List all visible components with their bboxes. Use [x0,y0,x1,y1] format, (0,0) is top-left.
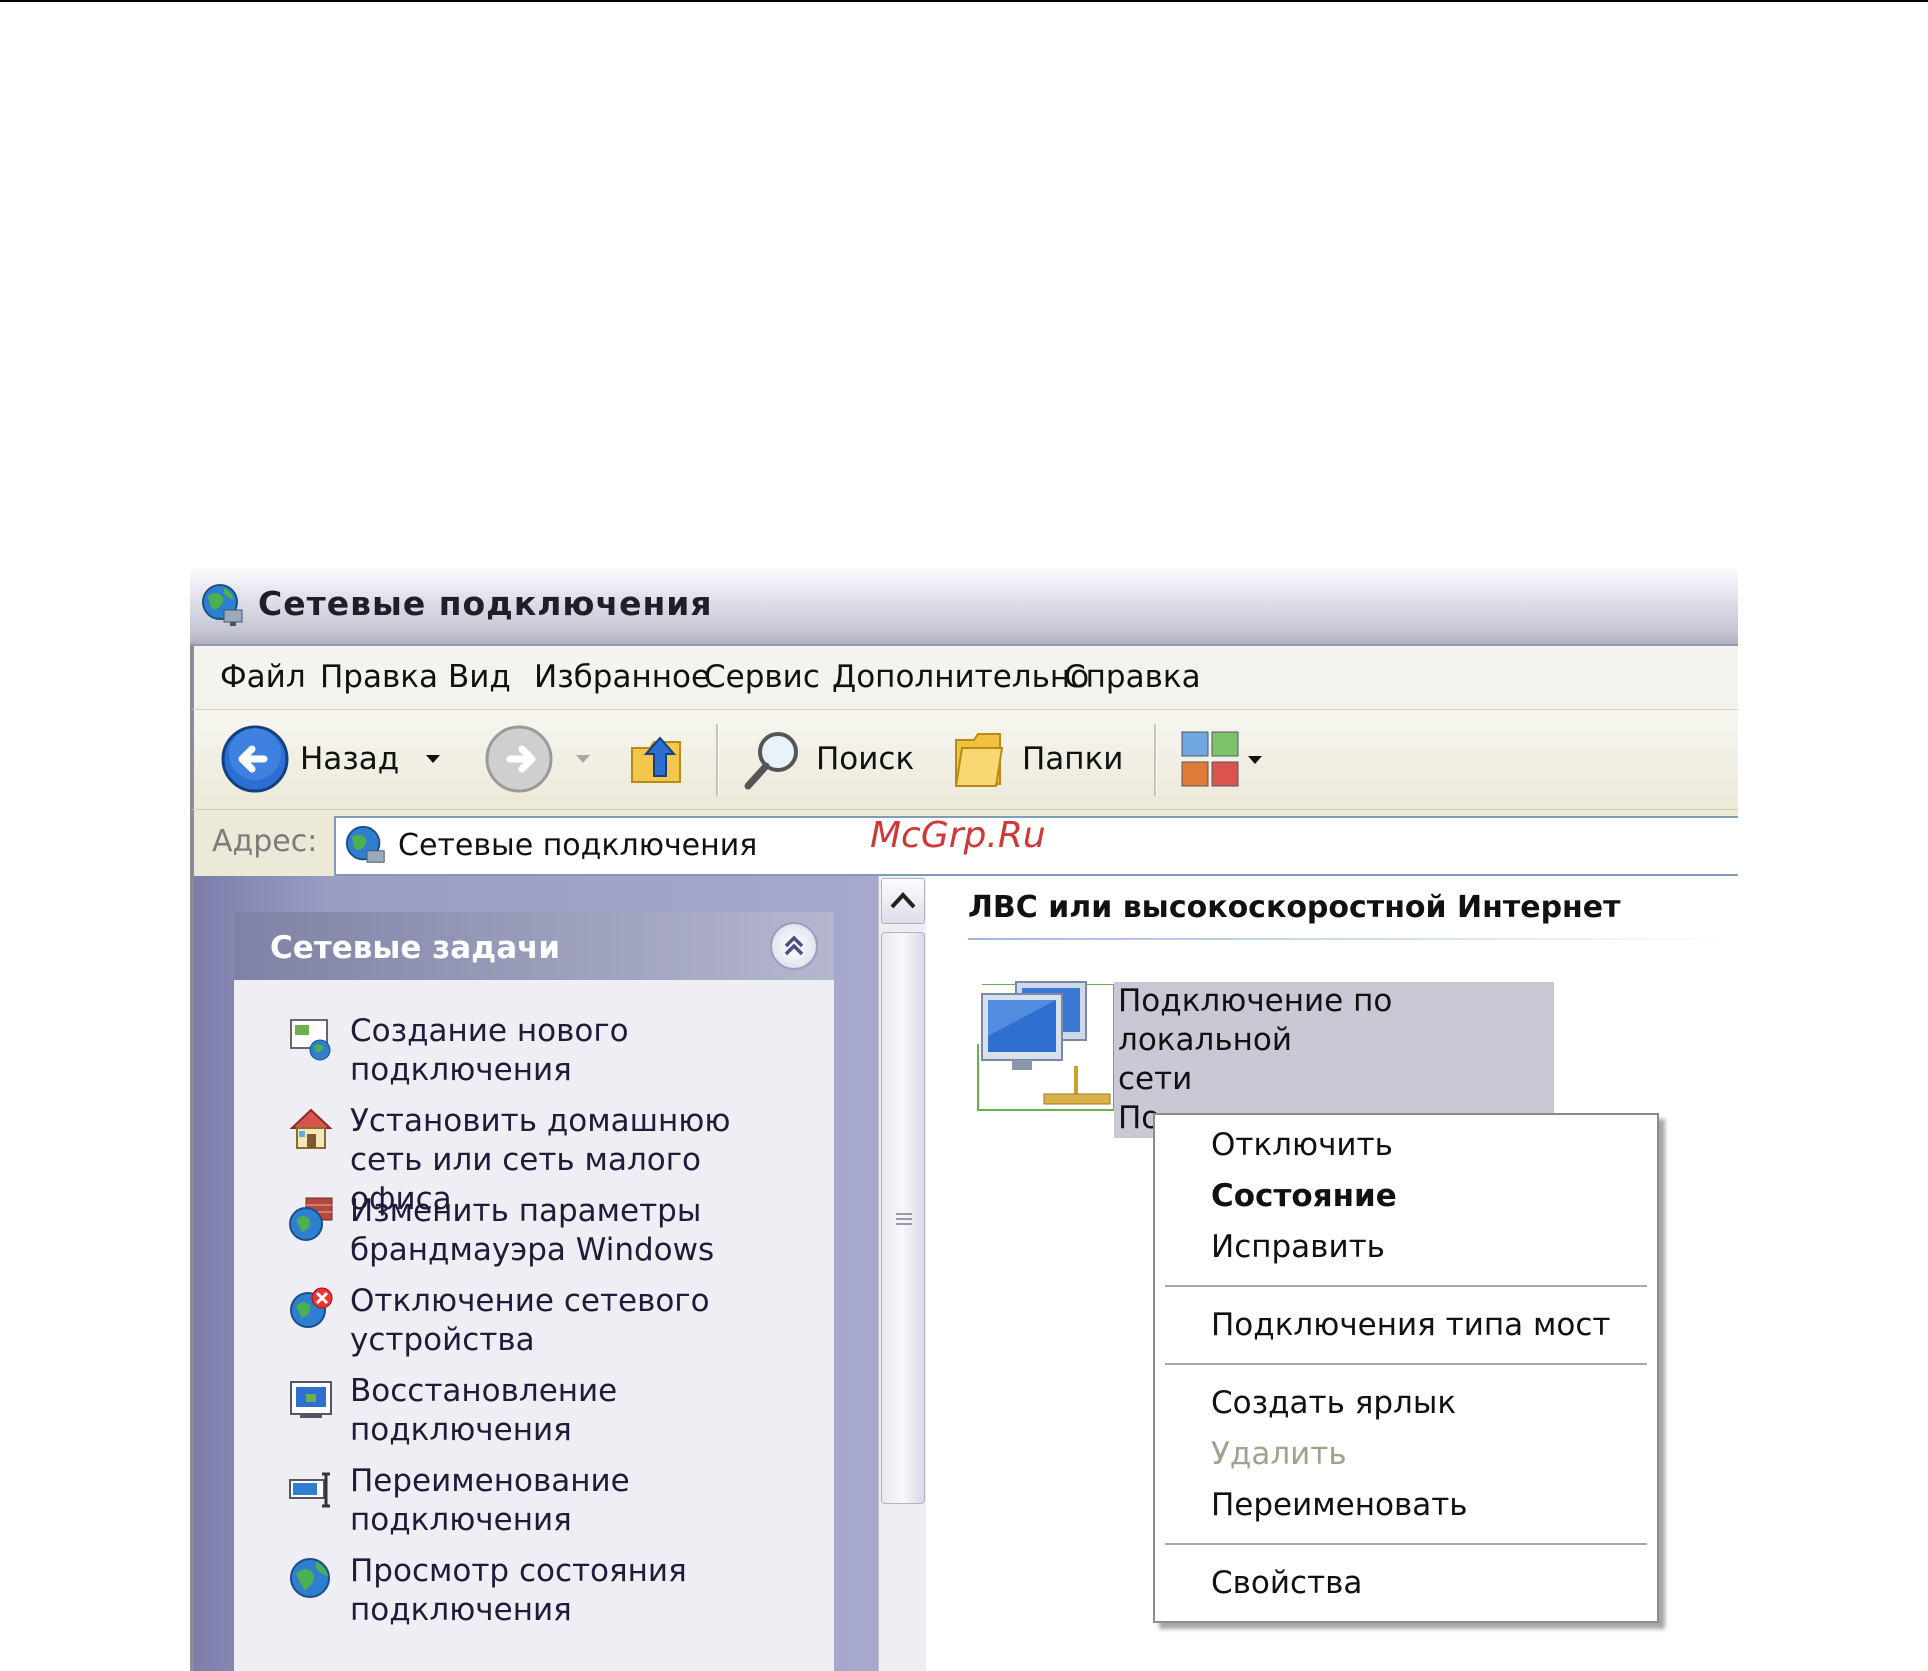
menu-item-repair[interactable]: Исправить [1211,1229,1385,1265]
repair-connection-icon [290,1381,332,1418]
firewall-icon [289,1197,333,1241]
toolbar: Назад Поиск Папки [190,710,1738,810]
network-globe-icon [202,584,243,626]
menu-separator [1165,1285,1647,1287]
forward-button[interactable] [484,724,554,794]
lan-connection-icon[interactable] [976,976,1116,1116]
menu-favorites[interactable]: Избранное [534,659,710,695]
scroll-thumb[interactable] [881,932,925,1504]
menu-item-disable[interactable]: Отключить [1211,1127,1393,1163]
address-value: Сетевые подключения [398,828,758,863]
view-status-icon [290,1558,330,1598]
views-button[interactable] [1178,728,1262,792]
menu-edit[interactable]: Правка [320,659,438,695]
forward-arrow-icon [485,725,553,793]
menu-separator [1165,1363,1647,1365]
folders-button[interactable]: Папки [946,726,1123,792]
watermark: McGrp.Ru [870,815,1046,856]
menu-item-delete: Удалить [1211,1436,1347,1472]
task-pane: Сетевые задачи Создание нового подключени… [190,876,878,1671]
double-chevron-up-icon [784,935,804,956]
task-label-line2: устройства [350,1322,535,1358]
group-header: ЛВС или высокоскоростной Интернет [968,890,1621,925]
folders-icon [954,733,1004,787]
views-icon [1181,731,1239,787]
menu-advanced[interactable]: Дополнительно [832,659,1089,695]
collapse-button[interactable] [770,922,818,970]
task-label-line2: подключения [350,1412,572,1448]
task-label-line1: Восстановление [350,1373,618,1409]
menu-bar: Файл Правка Вид Избранное Сервис Дополни… [190,646,1738,710]
vertical-scrollbar[interactable] [878,876,928,1671]
menu-separator [1165,1543,1647,1545]
group-header-underline [968,938,1738,940]
network-tasks-header[interactable]: Сетевые задачи [234,912,834,980]
page-top-rule [0,0,1928,2]
home-network-icon [289,1108,333,1149]
grip-line [896,1218,912,1220]
menu-tools[interactable]: Сервис [704,659,820,695]
task-label-line1: Изменить параметры [350,1193,702,1229]
menu-item-bridge[interactable]: Подключения типа мост [1211,1307,1610,1343]
back-history-dropdown[interactable] [426,755,440,763]
back-button[interactable]: Назад [220,724,399,794]
forward-history-dropdown[interactable] [576,755,590,763]
rename-connection-icon [289,1472,330,1508]
up-folder-button[interactable] [624,726,690,792]
search-label: Поиск [816,741,915,777]
task-label-line1: Установить домашнюю [350,1103,731,1139]
toolbar-separator [716,724,719,796]
menu-view[interactable]: Вид [448,659,511,695]
menu-file[interactable]: Файл [220,659,306,695]
chevron-down-icon [426,755,440,763]
chevron-up-icon [890,892,916,909]
task-label-line2: подключения [350,1502,572,1538]
menu-help[interactable]: Справка [1064,659,1201,695]
network-globe-icon [345,825,385,863]
window-title: Сетевые подключения [258,584,713,623]
new-connection-icon [290,1019,331,1061]
grip-line [896,1213,912,1215]
grip-line [896,1223,912,1225]
network-tasks-title: Сетевые задачи [270,930,561,966]
title-bar[interactable]: Сетевые подключения [190,568,1738,646]
connection-name-line2: сети [1118,1061,1193,1097]
back-arrow-icon [221,725,289,793]
task-label-line1: Создание нового [350,1013,629,1049]
search-icon [744,732,798,790]
task-label-line2: брандмауэра Windows [350,1232,715,1268]
address-label: Адрес: [212,824,318,859]
network-tasks-panel: Сетевые задачи Создание нового подключени… [234,912,834,1671]
toolbar-separator [1154,724,1157,796]
task-label-line2: подключения [350,1592,572,1628]
context-menu: Отключить Состояние Исправить Подключени… [1153,1113,1659,1623]
menu-item-status[interactable]: Состояние [1211,1178,1397,1214]
task-label-line2: подключения [350,1052,572,1088]
menu-item-rename[interactable]: Переименовать [1211,1487,1468,1523]
folders-label: Папки [1022,741,1124,777]
folder-up-icon [631,736,681,783]
disable-device-icon [290,1287,333,1328]
task-label-line1: Переименование [350,1463,630,1499]
task-label-line1: Просмотр состояния [350,1553,687,1589]
task-label-line1: Отключение сетевого [350,1283,710,1319]
search-button[interactable]: Поиск [740,726,914,792]
back-label: Назад [300,741,400,777]
scroll-up-button[interactable] [881,878,925,924]
menu-item-create-shortcut[interactable]: Создать ярлык [1211,1385,1456,1421]
connection-name-line1: Подключение по локальной [1118,983,1393,1058]
chevron-down-icon [576,755,590,763]
chevron-down-icon [1248,756,1262,764]
menu-item-properties[interactable]: Свойства [1211,1565,1362,1601]
